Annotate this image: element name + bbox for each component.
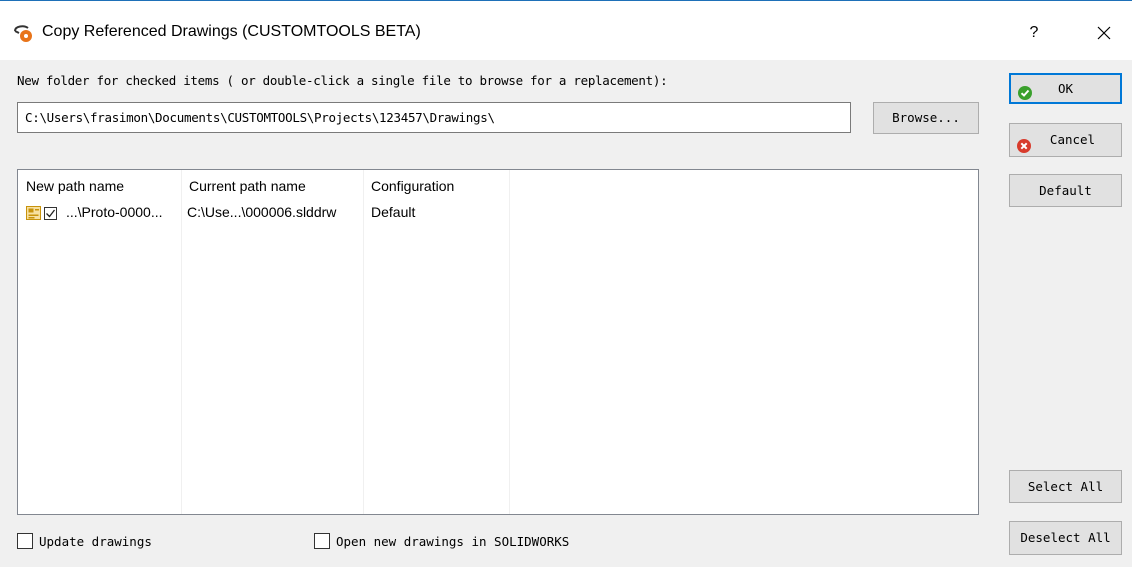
column-header-new-path[interactable]: New path name <box>26 178 124 194</box>
column-header-current-path[interactable]: Current path name <box>189 178 306 194</box>
referenced-drawings-list[interactable]: New path name Current path name Configur… <box>17 169 979 515</box>
close-button[interactable] <box>1084 17 1124 49</box>
new-path-cell: ...\Proto-0000... <box>66 204 163 220</box>
column-divider[interactable] <box>181 170 182 514</box>
folder-prompt-label: New folder for checked items ( or double… <box>17 73 668 88</box>
cancel-label: Cancel <box>1049 132 1096 147</box>
help-button[interactable]: ? <box>1016 17 1052 49</box>
current-path-cell: C:\Use...\000006.slddrw <box>187 204 337 220</box>
update-drawings-checkbox[interactable] <box>17 533 33 549</box>
ok-button[interactable]: OK <box>1009 73 1122 104</box>
default-button[interactable]: Default <box>1009 174 1122 207</box>
destination-folder-input[interactable]: C:\Users\frasimon\Documents\CUSTOMTOOLS\… <box>17 102 851 133</box>
ok-label: OK <box>1057 81 1074 96</box>
row-icons <box>26 205 64 221</box>
x-circle-icon <box>1017 133 1031 153</box>
row-checkbox <box>44 207 57 220</box>
close-icon <box>1097 26 1111 40</box>
column-divider[interactable] <box>509 170 510 514</box>
browse-button[interactable]: Browse... <box>873 102 979 134</box>
drawing-file-icon <box>26 206 41 220</box>
window-title: Copy Referenced Drawings (CUSTOMTOOLS BE… <box>42 23 421 40</box>
check-circle-icon <box>1018 82 1032 100</box>
column-header-configuration[interactable]: Configuration <box>371 178 454 194</box>
deselect-all-button[interactable]: Deselect All <box>1009 521 1122 555</box>
open-new-drawings-label[interactable]: Open new drawings in SOLIDWORKS <box>336 534 569 549</box>
column-divider[interactable] <box>363 170 364 514</box>
select-all-button[interactable]: Select All <box>1009 470 1122 503</box>
cancel-button[interactable]: Cancel <box>1009 123 1122 157</box>
update-drawings-label[interactable]: Update drawings <box>39 534 152 549</box>
title-bar: Copy Referenced Drawings (CUSTOMTOOLS BE… <box>0 0 1132 60</box>
open-new-drawings-checkbox[interactable] <box>314 533 330 549</box>
configuration-cell: Default <box>371 204 416 220</box>
customtools-app-icon <box>12 23 36 43</box>
